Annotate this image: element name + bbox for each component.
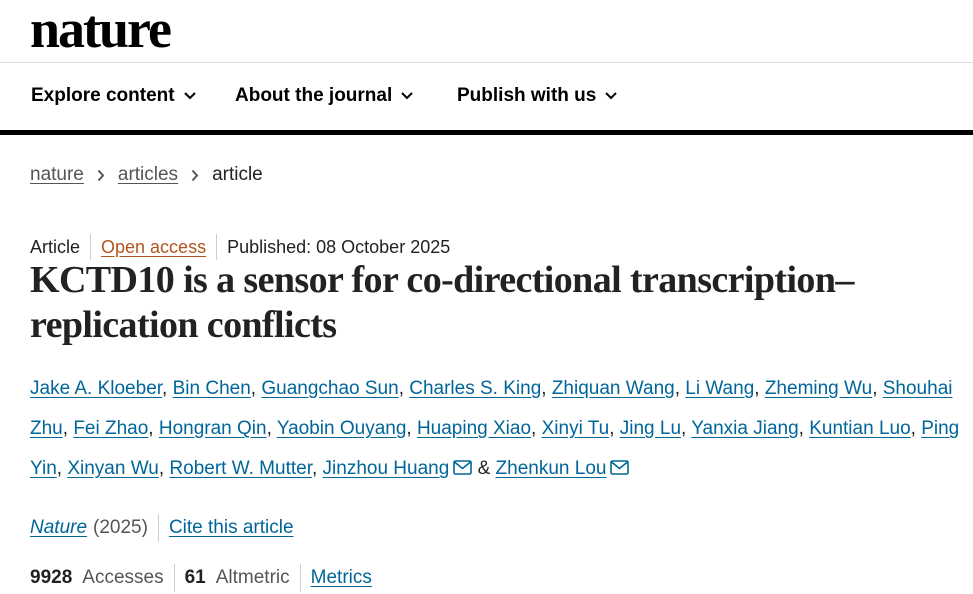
chevron-down-icon xyxy=(604,89,618,103)
author-separator: , xyxy=(158,458,165,479)
author-link[interactable]: Li Wang xyxy=(685,378,754,399)
chevron-right-icon xyxy=(178,169,212,182)
accesses-label: Accesses xyxy=(82,567,164,588)
author-list: Jake A. Kloeber, Bin Chen, Guangchao Sun… xyxy=(30,369,970,490)
altmetric-count: 61 xyxy=(184,567,206,588)
metrics-link[interactable]: Metrics xyxy=(311,567,372,589)
nav-explore-content-label: Explore content xyxy=(31,85,175,106)
nav-about-the-journal[interactable]: About the journal xyxy=(235,85,414,107)
author-link[interactable]: Zheming Wu xyxy=(765,378,872,399)
author-link[interactable]: Kuntian Luo xyxy=(809,418,910,439)
author-separator: , xyxy=(872,378,878,399)
author-link[interactable]: Charles S. King xyxy=(409,378,541,399)
mail-icon[interactable] xyxy=(610,450,630,490)
altmetric-label: Altmetric xyxy=(215,567,290,588)
main-nav: Explore content About the journal Publis… xyxy=(0,63,973,131)
nav-explore-content[interactable]: Explore content xyxy=(31,85,197,107)
open-access-link[interactable]: Open access xyxy=(101,237,206,258)
nav-bottom-bar xyxy=(0,130,973,135)
author-link[interactable]: Jing Lu xyxy=(620,418,681,439)
journal-link[interactable]: Nature xyxy=(30,517,87,539)
author-link[interactable]: Zhenkun Lou xyxy=(496,458,607,479)
author-separator: , xyxy=(250,378,257,399)
author-separator: , xyxy=(311,458,318,479)
author-link[interactable]: Yaobin Ouyang xyxy=(277,418,407,439)
author-link[interactable]: Robert W. Mutter xyxy=(169,458,312,479)
mail-icon[interactable] xyxy=(453,450,473,490)
divider xyxy=(157,514,159,542)
breadcrumb-articles[interactable]: articles xyxy=(118,164,178,186)
author-separator: , xyxy=(754,378,760,399)
author-separator: , xyxy=(398,378,404,399)
author-separator: , xyxy=(681,418,687,439)
author-separator: , xyxy=(406,418,412,439)
author-separator: , xyxy=(674,378,680,399)
nav-publish-with-us[interactable]: Publish with us xyxy=(457,85,618,107)
author-separator: , xyxy=(609,418,615,439)
breadcrumb-current: article xyxy=(212,164,263,185)
chevron-right-icon xyxy=(84,169,118,182)
nav-about-the-journal-label: About the journal xyxy=(235,85,393,106)
article-meta: Article Open access Published: 08 Octobe… xyxy=(30,234,450,260)
author-ampersand: & xyxy=(477,458,491,479)
article-type: Article xyxy=(30,236,81,257)
chevron-down-icon xyxy=(400,89,414,103)
chevron-down-icon xyxy=(183,89,197,103)
author-link[interactable]: Hongran Qin xyxy=(159,418,267,439)
author-separator: , xyxy=(162,378,168,399)
author-separator: , xyxy=(541,378,547,399)
brand: nature xyxy=(30,2,172,60)
cite-this-article-link[interactable]: Cite this article xyxy=(169,517,294,539)
author-link[interactable]: Huaping Xiao xyxy=(417,418,531,439)
author-link[interactable]: Jinzhou Huang xyxy=(323,458,450,479)
breadcrumb: nature articles article xyxy=(30,164,263,186)
author-separator: , xyxy=(62,418,69,439)
publication-year: (2025) xyxy=(93,517,148,538)
citation-row: Nature (2025) Cite this article xyxy=(30,514,294,542)
published-date: Published: 08 October 2025 xyxy=(227,236,451,257)
divider xyxy=(173,564,175,592)
article-title: KCTD10 is a sensor for co-directional tr… xyxy=(30,259,854,346)
metrics-row: 9928 Accesses 61 Altmetric Metrics xyxy=(30,564,372,592)
author-link[interactable]: Fei Zhao xyxy=(73,418,148,439)
author-separator: , xyxy=(531,418,537,439)
divider xyxy=(299,564,301,592)
author-link[interactable]: Jake A. Kloeber xyxy=(30,378,162,399)
author-separator: , xyxy=(148,418,154,439)
author-separator: , xyxy=(910,418,916,439)
author-link[interactable]: Xinyan Wu xyxy=(67,458,159,479)
author-separator: , xyxy=(266,418,272,439)
divider xyxy=(216,234,218,260)
author-link[interactable]: Yanxia Jiang xyxy=(691,418,798,439)
divider xyxy=(90,234,92,260)
breadcrumb-nature[interactable]: nature xyxy=(30,164,84,186)
nav-publish-with-us-label: Publish with us xyxy=(457,85,597,106)
nature-logo[interactable]: nature xyxy=(30,0,172,59)
author-link[interactable]: Guangchao Sun xyxy=(261,378,398,399)
author-link[interactable]: Zhiquan Wang xyxy=(552,378,675,399)
author-separator: , xyxy=(56,458,63,479)
author-link[interactable]: Bin Chen xyxy=(173,378,251,399)
accesses-count: 9928 xyxy=(30,567,73,588)
author-separator: , xyxy=(798,418,804,439)
author-link[interactable]: Xinyi Tu xyxy=(542,418,610,439)
